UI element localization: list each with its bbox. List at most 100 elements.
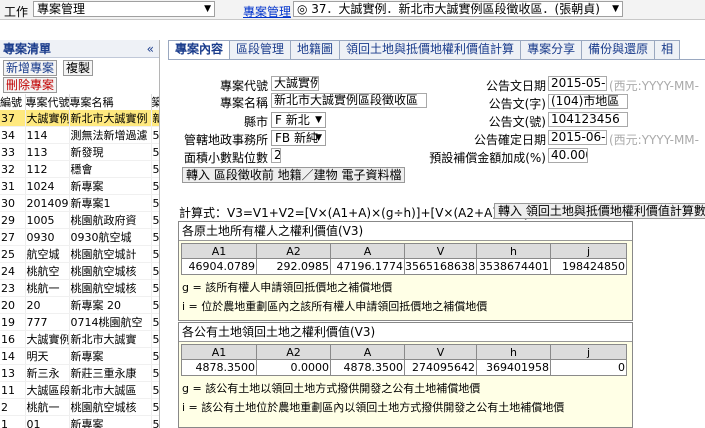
table-row[interactable]: 37大誠實例新北市大誠實例新 [0, 110, 159, 128]
table-cell: 新北市大誠實 [69, 330, 152, 349]
value-cell[interactable]: 0 [550, 359, 627, 376]
project-list-header: 專案清單 « [0, 40, 159, 58]
table-cell: 5 [151, 381, 160, 400]
tab-6[interactable]: 相 [654, 40, 681, 59]
delete-project-button[interactable]: 刪除專案 [3, 77, 58, 93]
announcement-char-field[interactable]: (104)市地區 [548, 94, 628, 109]
value-cell[interactable]: 274095642 [404, 359, 477, 376]
value-cell[interactable]: 47196.1774 [330, 258, 405, 275]
table-cell: 33 [0, 143, 26, 162]
table-cell: 桃園航空城核 [69, 262, 152, 281]
value-cell[interactable]: 3538674401 [476, 258, 551, 275]
table-row[interactable]: 14 明天 新專案 5 [0, 347, 159, 366]
confirm-date-field[interactable]: 2015-06-1 [548, 130, 607, 145]
project-name-field[interactable]: 新北市大誠實例區段徵收區 [271, 93, 427, 108]
column-header[interactable]: 編號 [0, 94, 26, 110]
compensation-field[interactable]: 40.000 [548, 148, 588, 163]
table-row[interactable]: 33 113 新發現 5 [0, 143, 159, 162]
copy-project-button[interactable]: 複製 [63, 60, 94, 76]
value-cell[interactable]: 3565168638 [404, 258, 477, 275]
import-rights-value-button[interactable]: 轉入 領回土地與抵價地權利價值計算數 [494, 203, 705, 219]
owner-rights-title: 各原土地所有權人之權利價值(V3) [179, 222, 632, 241]
table-row[interactable]: 29 1005 桃園航政府資 5 [0, 211, 159, 230]
work-select[interactable]: 專案管理 ▼ [33, 1, 215, 17]
owner-note-g: g = 該所有權人申請領回抵價地之補償地價 [182, 281, 393, 294]
public-rights-section: 各公有土地領回土地之權利價值(V3) A1 A2 A Vh j 4878.3500 0.0… [178, 322, 633, 428]
table-cell: 桃園航空城核 [69, 398, 152, 417]
table-cell: 5 [151, 364, 160, 383]
collapse-icon[interactable]: « [147, 40, 154, 58]
table-cell: 新發現 [69, 143, 152, 162]
new-project-button[interactable]: 新增專案 [3, 60, 58, 76]
column-header[interactable]: 築 [151, 94, 159, 110]
table-cell: 5 [151, 279, 160, 298]
value-column-header: A [330, 243, 405, 259]
project-list-title: 專案清單 [3, 42, 52, 56]
tab-0[interactable]: 專案內容 [168, 40, 231, 59]
value-cell[interactable]: 4878.3500 [181, 359, 257, 376]
value-cell[interactable]: 198424850 [550, 258, 627, 275]
formula-text: 計算式：V3=V1+V2=[V×(A1+A)×(g÷h)]+[V×(A2+A)×… [179, 206, 538, 220]
import-cadastral-button[interactable]: 轉入 區段徵收前 地籍／建物 電子資料檔 [182, 167, 406, 183]
table-cell: 0714桃園航空 [69, 313, 152, 332]
project-code-field[interactable]: 大誠實例 [271, 76, 319, 91]
announcement-no-field[interactable]: 104123456 [548, 112, 628, 127]
table-cell: 1 [0, 415, 26, 428]
value-cell[interactable]: 369401958 [476, 359, 551, 376]
announcement-date-field[interactable]: 2015-05-1 [548, 76, 607, 91]
table-cell: 1024 [25, 177, 70, 196]
value-cell[interactable]: 0.0000 [256, 359, 331, 376]
table-row[interactable]: 11 大誠區段 新北市大誠區 5 [0, 381, 160, 400]
tab-1[interactable]: 區段管理 [229, 40, 292, 59]
table-cell: 5 [151, 330, 160, 349]
owner-rights-table: A1 A2 A Vh j 46904.0789 292.0985 47196.1774 356… [181, 243, 627, 275]
case-management-link[interactable]: 專案管理 [243, 3, 291, 20]
table-cell: 5 [151, 126, 160, 145]
table-row[interactable]: 20 20 新專案 20 5 [0, 296, 159, 315]
tab-2[interactable]: 地籍圖 [290, 40, 341, 59]
table-row[interactable]: 2 桃航一 桃園航空城核 5 [0, 398, 159, 417]
table-cell: 穩會 [69, 160, 152, 179]
table-cell: 新專案 [69, 415, 152, 428]
column-header[interactable]: 專案名稱 [69, 94, 152, 110]
table-cell: 新專案 [69, 347, 152, 366]
value-cell[interactable]: 46904.0789 [181, 258, 257, 275]
project-name-label: 專案名稱 [219, 96, 268, 110]
value-column-header: j [550, 344, 627, 360]
table-cell: 新專案 [69, 177, 152, 196]
table-row[interactable]: 16 大誠實例 新北市大誠實 5 [0, 330, 160, 349]
table-cell: 23 [0, 279, 26, 298]
county-select[interactable]: F 新北 ▼ [271, 112, 326, 128]
table-cell: 0930 [25, 228, 70, 247]
project-content: 專案代號 大誠實例 專案名稱 新北市大誠實例區段徵收區 縣市 F 新北 ▼ 管轄… [168, 60, 705, 428]
table-cell: 大誠區段 [25, 381, 70, 400]
public-note-g: g = 該公有土地以領回土地方式撥供開發之公有土地補償地價 [182, 382, 481, 395]
table-cell: 0930航空城 [69, 228, 152, 247]
table-row[interactable]: 27 0930 0930航空城 5 [0, 228, 159, 247]
table-row[interactable]: 25 航空城 桃園航空城計 5 [0, 245, 159, 264]
table-row[interactable]: 1 01 新專案 5 [0, 415, 159, 428]
table-cell: 14 [0, 347, 26, 366]
area-decimals-field[interactable]: 2 [271, 148, 281, 163]
table-row[interactable]: 32 112 穩會 5 [0, 160, 159, 179]
table-row[interactable]: 31 1024 新專案 5 [0, 177, 159, 196]
chevron-down-icon: ▼ [612, 4, 619, 14]
value-cell[interactable]: 4878.3500 [330, 359, 405, 376]
value-cell[interactable]: 292.0985 [256, 258, 331, 275]
table-row[interactable]: 23 桃航一 桃園航空城核 5 [0, 279, 160, 298]
table-row[interactable]: 34 114 測無法新增過濾 5 [0, 126, 160, 145]
table-row[interactable]: 13 新三永 新莊三重永康 5 [0, 364, 160, 383]
tab-4[interactable]: 專案分享 [520, 40, 583, 59]
case-select[interactable]: ◎ 37．大誠實例．新北市大誠實例區段徵收區．(張朝貞) ▼ [293, 1, 623, 17]
table-row[interactable]: 19 777 0714桃園航空 5 [0, 313, 159, 332]
value-column-header: A1 [181, 243, 257, 259]
tab-3[interactable]: 領回土地與抵價地權利價值計算 [339, 40, 522, 59]
tab-5[interactable]: 備份與還原 [581, 40, 656, 59]
land-office-select[interactable]: FB 新純 ▼ [271, 130, 326, 146]
table-cell: 13 [0, 364, 26, 383]
value-column-header: A2 [256, 243, 331, 259]
table-row[interactable]: 24 桃航空 桃園航空城核 5 [0, 262, 159, 281]
value-column-header: A2 [256, 344, 331, 360]
column-header[interactable]: 專案代號 [25, 94, 70, 110]
table-row[interactable]: 302014091新專案15 [0, 194, 159, 213]
